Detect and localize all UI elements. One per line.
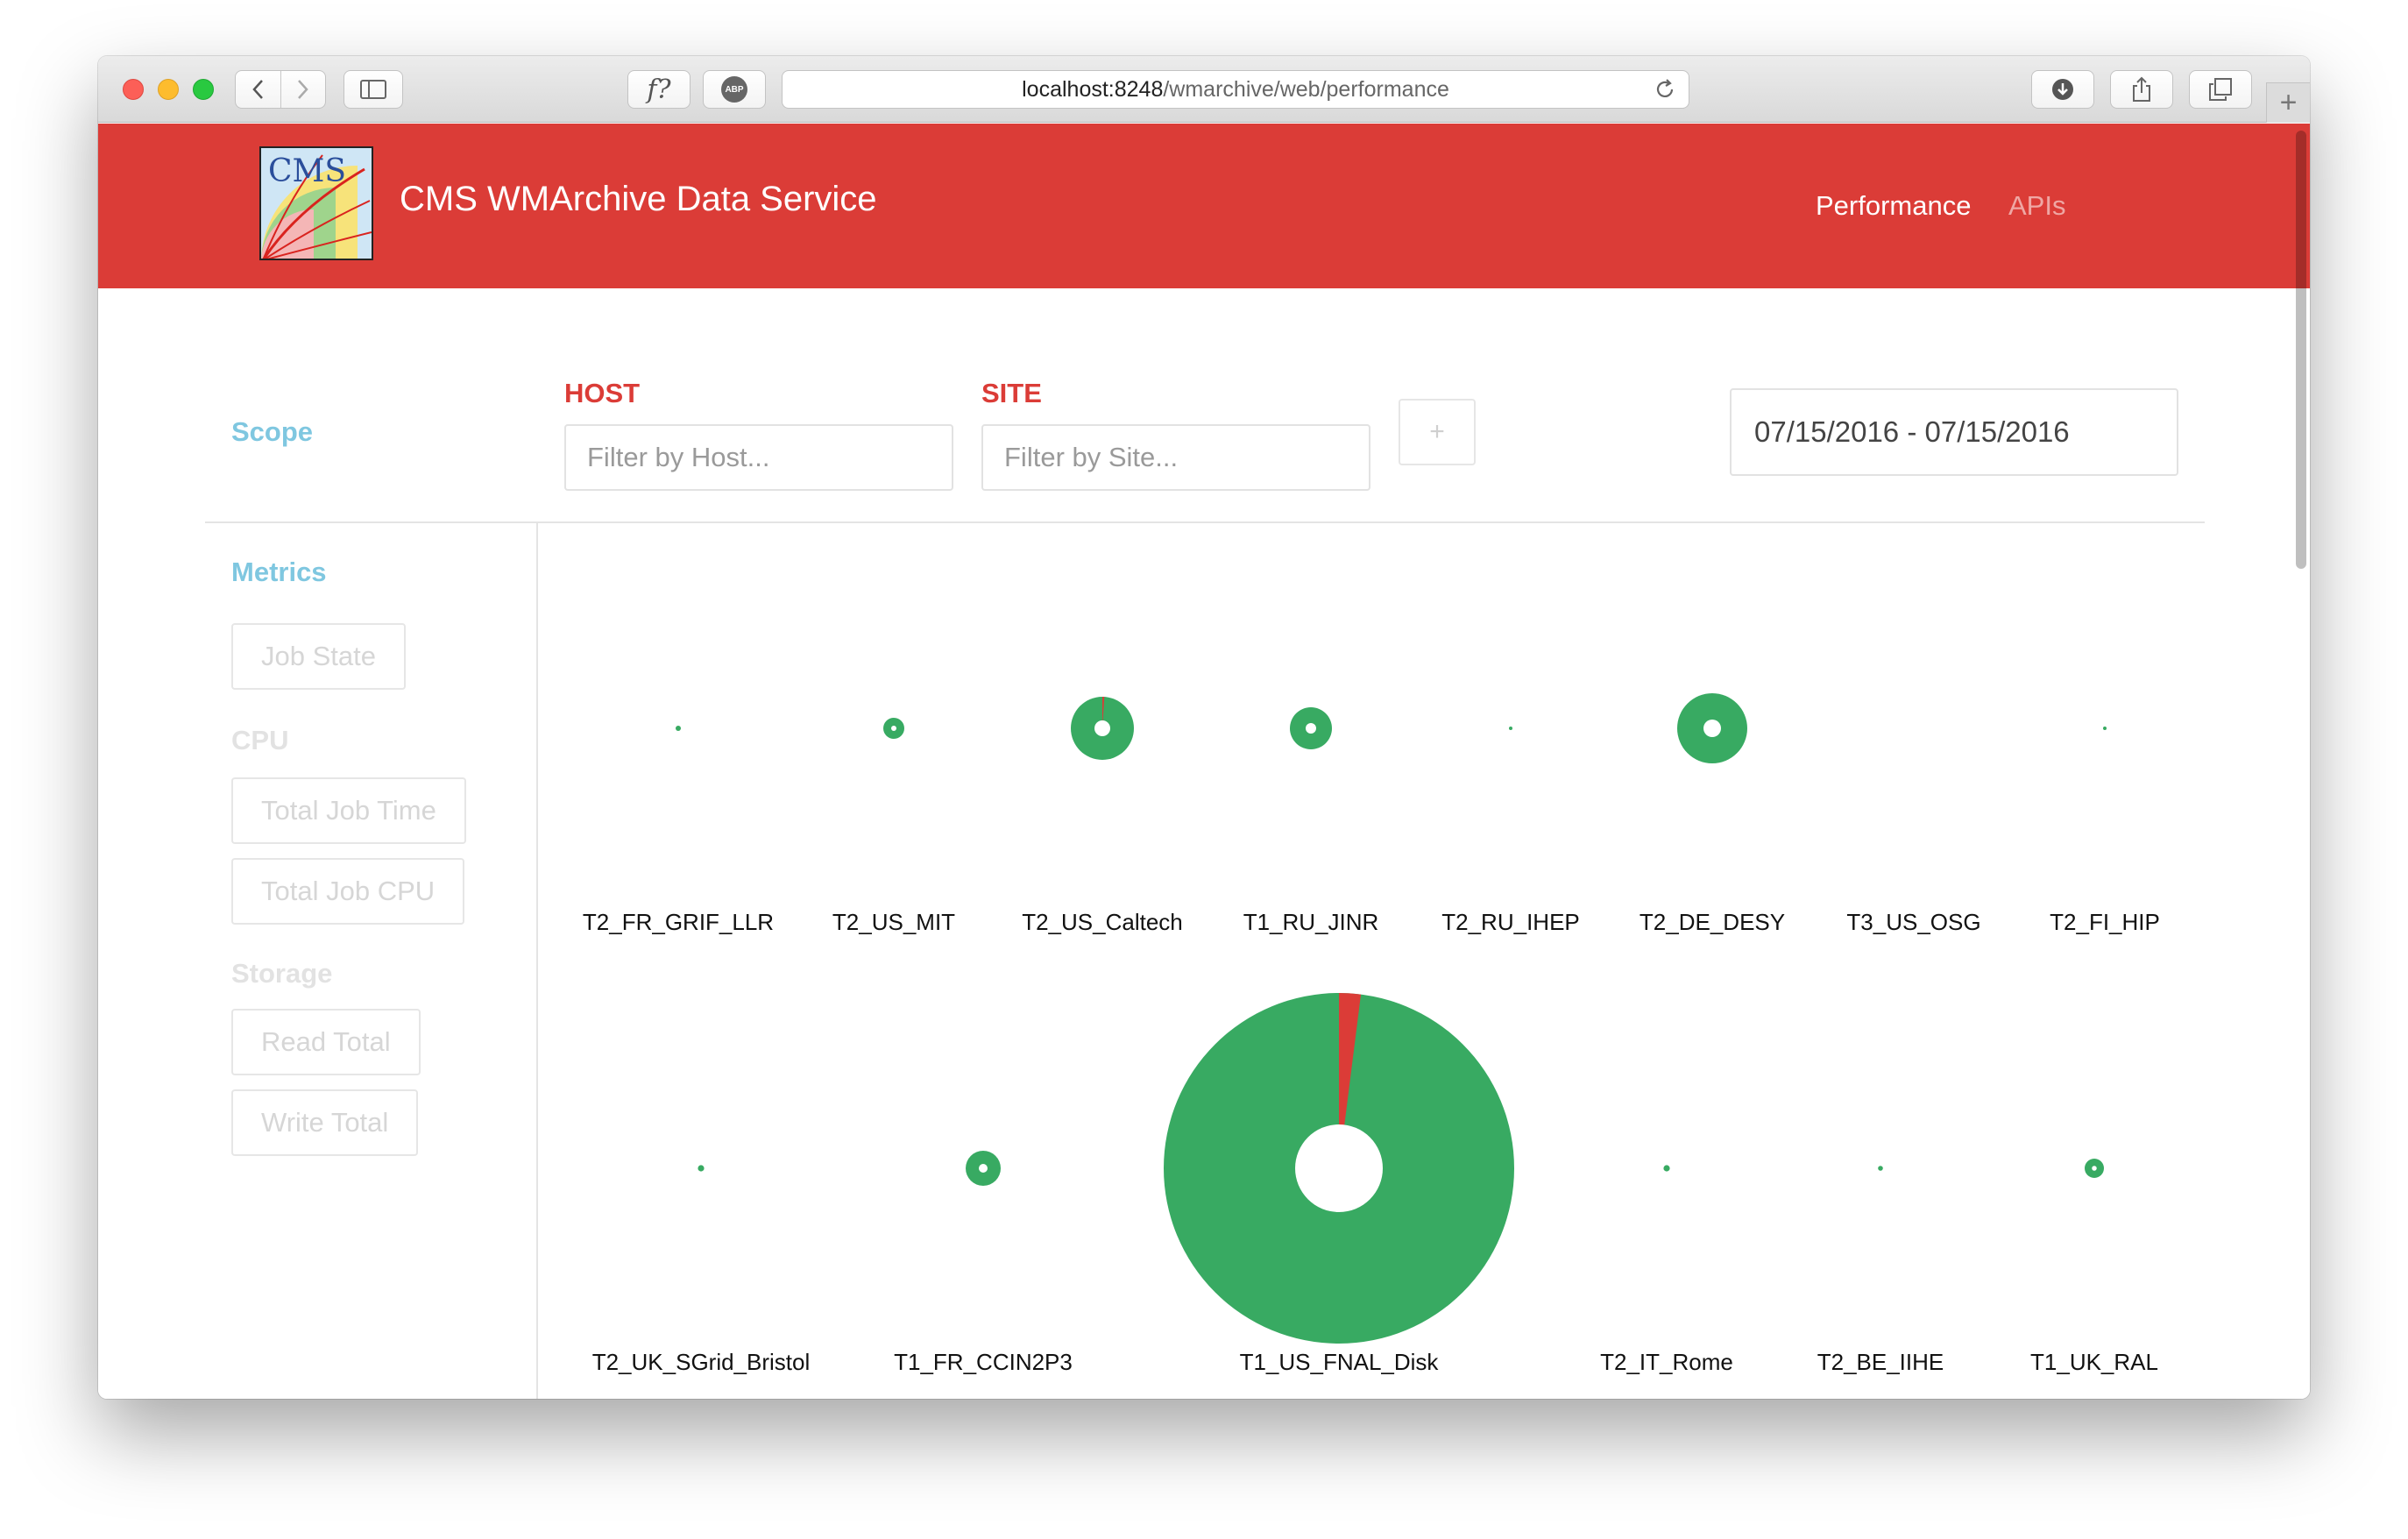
pie-slice-success[interactable] xyxy=(1509,727,1512,730)
downloads-button[interactable] xyxy=(2031,70,2094,109)
site-pie-charts: T2_FR_GRIF_LLR T2_US_MIT T2_US_Caltech T1_R… xyxy=(583,693,2160,1375)
host-filter-input[interactable] xyxy=(564,424,953,491)
url-path: /wmarchive/web/performance xyxy=(1163,76,1449,102)
pie-slice-success[interactable] xyxy=(1878,1166,1883,1171)
pie-hole xyxy=(891,726,896,731)
page-scrollbar[interactable] xyxy=(2296,131,2306,569)
pie-T1_US_FNAL_Disk[interactable] xyxy=(1164,993,1514,1344)
site-header: CMS CMS WMArchive Data Service Performan… xyxy=(98,124,2310,288)
site-filter-input[interactable] xyxy=(981,424,1370,491)
address-bar[interactable]: localhost:8248/wmarchive/web/performance xyxy=(782,70,1689,109)
close-window-button[interactable] xyxy=(123,79,144,100)
sidebar-toggle-button[interactable] xyxy=(343,70,403,109)
cms-logo[interactable]: CMS xyxy=(259,146,373,260)
minimize-window-button[interactable] xyxy=(158,79,179,100)
pie-label: T1_RU_JINR xyxy=(1243,909,1379,935)
share-icon xyxy=(2133,76,2150,102)
add-scope-button[interactable]: + xyxy=(1399,399,1476,465)
pie-T2_UK_SGrid_Bristol[interactable] xyxy=(698,1165,705,1172)
tabs-icon xyxy=(2209,78,2232,101)
nav-apis[interactable]: APIs xyxy=(2008,190,2065,222)
pie-label: T1_FR_CCIN2P3 xyxy=(894,1349,1073,1375)
job-state-button[interactable]: Job State xyxy=(231,623,406,690)
adblock-icon: ABP xyxy=(721,76,747,103)
pie-label: T3_US_OSG xyxy=(1846,909,1980,935)
pie-label: T2_FI_HIP xyxy=(2050,909,2160,935)
logo-text: CMS xyxy=(268,153,347,189)
download-icon xyxy=(2052,79,2073,100)
pie-label: T2_US_Caltech xyxy=(1022,909,1183,935)
pie-slice-success[interactable] xyxy=(1663,1165,1670,1172)
pie-label: T1_US_FNAL_Disk xyxy=(1240,1349,1440,1375)
storage-section-label: Storage xyxy=(231,958,333,989)
sidebar-divider xyxy=(536,523,538,1399)
pie-hole xyxy=(1094,720,1110,736)
scope-label: Scope xyxy=(231,416,314,447)
pie-T2_FI_HIP[interactable] xyxy=(2103,727,2107,730)
forward-button[interactable] xyxy=(280,71,325,108)
pie-label: T2_UK_SGrid_Bristol xyxy=(592,1349,811,1375)
pie-label: T2_FR_GRIF_LLR xyxy=(583,909,774,935)
pie-label: T2_RU_IHEP xyxy=(1441,909,1580,935)
host-label: HOST xyxy=(564,378,641,408)
pie-hole xyxy=(2092,1166,2097,1171)
site-label: SITE xyxy=(981,378,1042,408)
pie-slice-success[interactable] xyxy=(698,1165,705,1172)
f-extension-button[interactable]: f? xyxy=(627,70,691,109)
scope-divider xyxy=(205,521,2205,523)
page-content: CMS CMS WMArchive Data Service Performan… xyxy=(98,124,2310,1399)
chevron-left-icon xyxy=(252,80,264,99)
history-nav xyxy=(235,70,326,109)
new-tab-button[interactable]: + xyxy=(2266,82,2310,123)
date-range-picker[interactable]: 07/15/2016 - 07/15/2016 xyxy=(1730,388,2178,476)
reload-icon[interactable] xyxy=(1654,78,1676,101)
write-total-button[interactable]: Write Total xyxy=(231,1089,419,1156)
metrics-label: Metrics xyxy=(231,557,327,587)
pie-T1_RU_JINR[interactable] xyxy=(1290,707,1332,749)
pie-T2_US_Caltech[interactable] xyxy=(1071,697,1134,760)
pie-hole xyxy=(1703,720,1721,737)
pie-T2_DE_DESY[interactable] xyxy=(1677,693,1747,763)
back-button[interactable] xyxy=(236,71,280,108)
pie-T1_UK_RAL[interactable] xyxy=(2085,1159,2104,1178)
chevron-right-icon xyxy=(298,80,308,99)
zoom-window-button[interactable] xyxy=(193,79,214,100)
pie-T2_BE_IIHE[interactable] xyxy=(1878,1166,1883,1171)
cpu-section-label: CPU xyxy=(231,725,289,755)
browser-window: f? ABP localhost:8248/wmarchive/web/perf… xyxy=(98,56,2310,1399)
pie-label: T2_US_MIT xyxy=(832,909,955,935)
adblock-button[interactable]: ABP xyxy=(703,70,766,109)
pie-T2_US_MIT[interactable] xyxy=(883,718,904,739)
pie-slice-success[interactable] xyxy=(676,726,681,731)
pie-hole xyxy=(1306,723,1316,734)
total-job-time-button[interactable]: Total Job Time xyxy=(231,777,466,844)
pie-T1_FR_CCIN2P3[interactable] xyxy=(966,1151,1001,1186)
read-total-button[interactable]: Read Total xyxy=(231,1009,421,1075)
site-title[interactable]: CMS WMArchive Data Service xyxy=(400,180,877,219)
pie-T2_FR_GRIF_LLR[interactable] xyxy=(676,726,681,731)
nav-performance[interactable]: Performance xyxy=(1816,190,1971,222)
tab-overview-button[interactable] xyxy=(2189,70,2252,109)
pie-hole xyxy=(979,1164,988,1173)
pie-label: T1_UK_RAL xyxy=(2030,1349,2158,1375)
pie-slice-success[interactable] xyxy=(2103,727,2107,730)
sidebar-icon xyxy=(360,80,386,99)
pie-hole xyxy=(1295,1124,1383,1212)
pie-T2_IT_Rome[interactable] xyxy=(1663,1165,1670,1172)
pie-label: T2_DE_DESY xyxy=(1640,909,1785,935)
browser-toolbar: f? ABP localhost:8248/wmarchive/web/perf… xyxy=(98,56,2310,123)
pie-label: T2_IT_Rome xyxy=(1600,1349,1733,1375)
pie-T2_RU_IHEP[interactable] xyxy=(1509,727,1512,730)
share-button[interactable] xyxy=(2110,70,2173,109)
total-job-cpu-button[interactable]: Total Job CPU xyxy=(231,858,465,925)
url-host: localhost:8248 xyxy=(1022,76,1164,102)
pie-label: T2_BE_IIHE xyxy=(1817,1349,1944,1375)
